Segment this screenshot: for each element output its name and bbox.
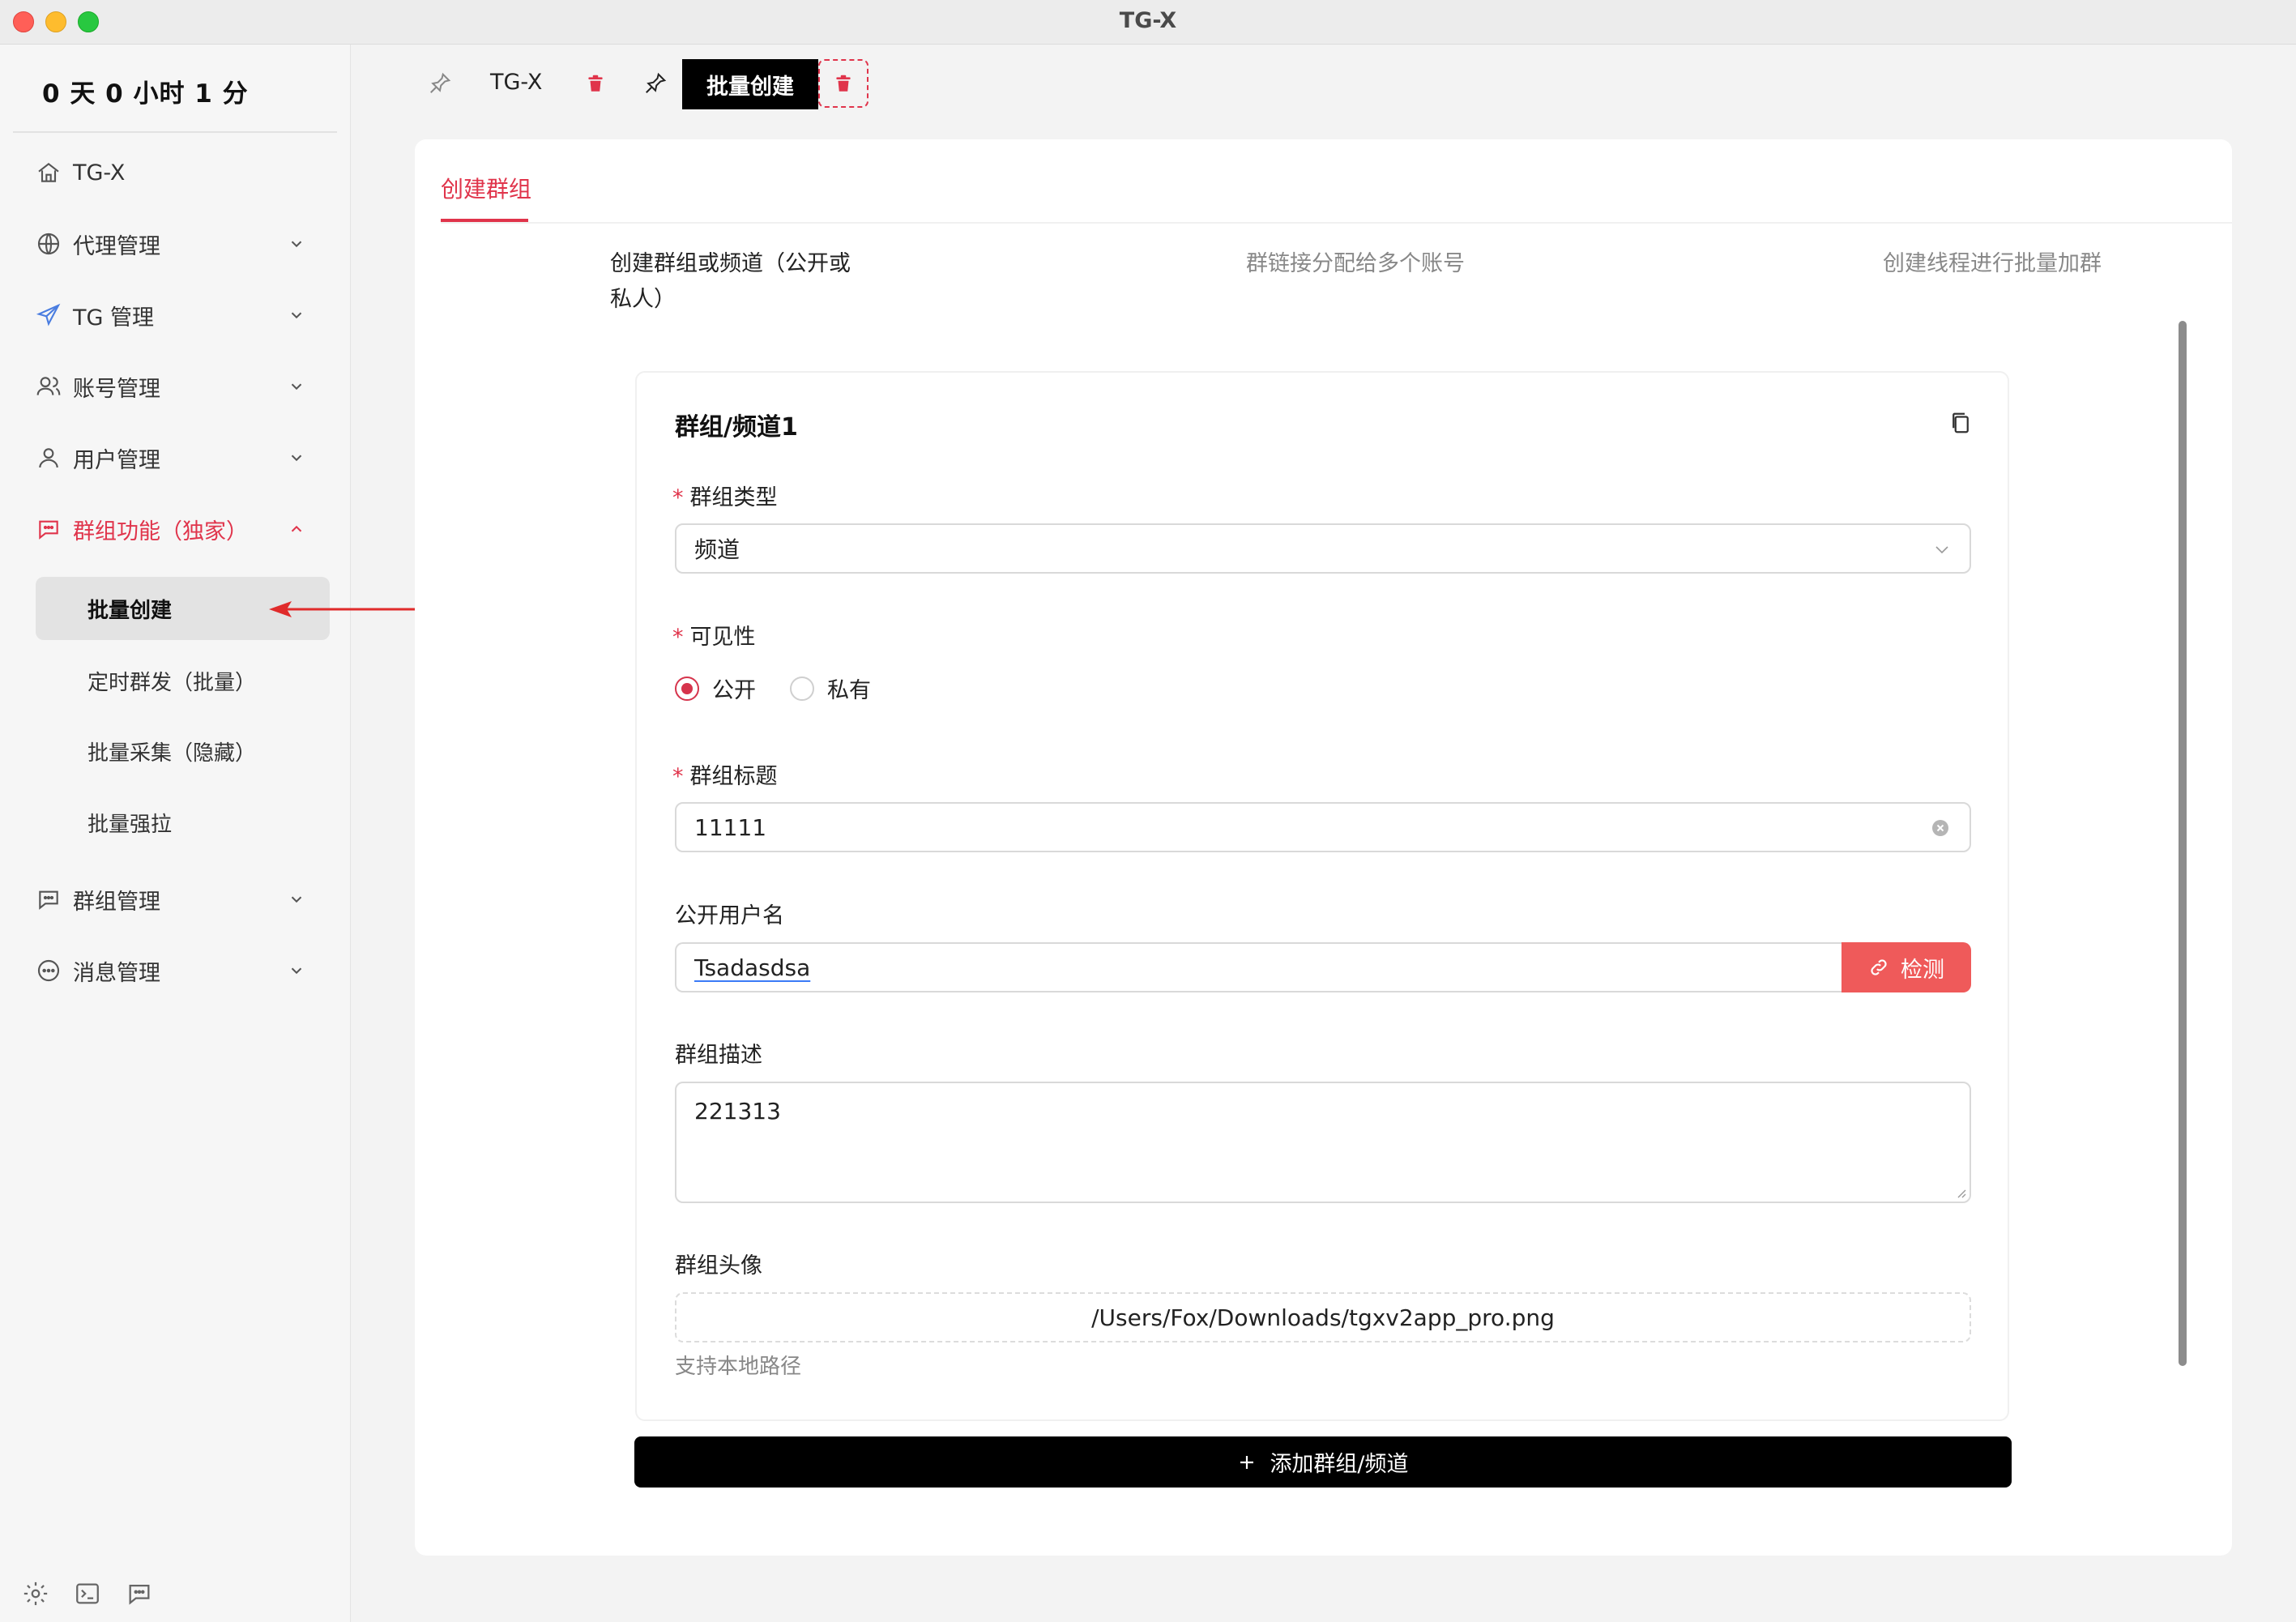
step-3[interactable]: 创建线程进行批量加群	[1883, 246, 2102, 282]
sidebar-item-tg[interactable]: TG 管理	[36, 291, 315, 339]
send-icon	[36, 302, 62, 328]
chevron-down-icon	[288, 378, 305, 395]
group-title-input[interactable]: 11111	[675, 802, 1971, 852]
chevron-down-icon	[288, 235, 305, 253]
plus-icon	[1237, 1453, 1270, 1472]
users-icon	[36, 373, 62, 399]
username-value: Tsadasdsa	[694, 954, 811, 981]
sidebar-item-group-features[interactable]: 群组功能（独家）	[36, 505, 315, 553]
radio-public-label[interactable]: 公开	[712, 672, 756, 704]
visibility-radio-group: 公开 私有	[675, 672, 871, 704]
chevron-down-icon	[288, 962, 305, 980]
gear-icon[interactable]	[22, 1580, 49, 1607]
sidebar-item-label: TG 管理	[73, 305, 154, 331]
sidebar-item-label: 用户管理	[73, 447, 160, 473]
visibility-label: * 可见性	[672, 625, 756, 650]
copy-icon[interactable]	[1948, 410, 1973, 436]
sidebar-item-label: 代理管理	[73, 233, 160, 259]
trash-icon[interactable]	[585, 71, 606, 96]
clear-icon[interactable]	[1931, 818, 1950, 838]
tab-tgx[interactable]: TG-X	[490, 70, 542, 95]
chevron-down-icon	[288, 890, 305, 908]
close-tab-button[interactable]	[818, 59, 868, 108]
sidebar-item-proxy[interactable]: 代理管理	[36, 220, 315, 268]
step-1[interactable]: 创建群组或频道（公开或私人）	[610, 246, 853, 318]
tab-create-group[interactable]: 创建群组	[441, 172, 531, 204]
avatar-hint: 支持本地路径	[675, 1355, 802, 1379]
terminal-icon[interactable]	[74, 1580, 101, 1607]
add-group-button[interactable]: 添加群组/频道	[634, 1436, 2012, 1488]
message-dots-icon	[36, 958, 62, 984]
scrollbar[interactable]	[2179, 321, 2187, 1366]
group-type-select[interactable]: 频道	[675, 523, 1971, 574]
pin-icon[interactable]	[643, 71, 668, 96]
group-type-value: 频道	[694, 536, 740, 563]
sidebar-item-tgx[interactable]: TG-X	[36, 148, 315, 197]
user-icon	[36, 445, 62, 471]
globe-icon	[36, 231, 62, 257]
chevron-down-icon	[288, 306, 305, 324]
username-label: 公开用户名	[675, 903, 784, 928]
group-title-value: 11111	[694, 813, 767, 841]
sidebar-subitem-batch-pull[interactable]: 批量强拉	[87, 808, 172, 838]
username-input-group: Tsadasdsa 检测	[675, 942, 1971, 992]
sidebar-item-label: 群组功能（独家）	[73, 519, 248, 544]
link-icon	[1868, 957, 1901, 978]
check-button[interactable]: 检测	[1841, 942, 1971, 992]
trash-icon	[833, 71, 854, 96]
chat-icon	[36, 886, 62, 912]
sidebar-item-label: TG-X	[73, 160, 126, 186]
sidebar-item-label: 消息管理	[73, 960, 160, 986]
add-group-button-label: 添加群组/频道	[1270, 1452, 1409, 1477]
sidebar-item-group-management[interactable]: 群组管理	[36, 875, 315, 924]
sidebar-item-label: 账号管理	[73, 376, 160, 402]
step-2[interactable]: 群链接分配给多个账号	[1246, 246, 1465, 282]
uptime-counter: 0 天 0 小时 1 分	[42, 79, 249, 109]
sidebar-divider	[13, 131, 337, 133]
sidebar-item-users[interactable]: 用户管理	[36, 433, 315, 482]
description-textarea[interactable]: 221313	[675, 1082, 1971, 1203]
home-icon	[36, 160, 62, 186]
chat-icon[interactable]	[126, 1580, 153, 1607]
radio-public[interactable]	[675, 676, 699, 701]
sidebar-item-label: 群组管理	[73, 889, 160, 915]
sidebar-item-message-management[interactable]: 消息管理	[36, 946, 315, 995]
pin-icon[interactable]	[428, 71, 452, 96]
window-title: TG-X	[1119, 8, 1177, 33]
sidebar-subitem-batch-create[interactable]: 批量创建	[87, 594, 172, 624]
sidebar-subitem-batch-collect[interactable]: 批量采集（隐藏）	[87, 736, 256, 766]
tab-divider	[441, 222, 2232, 224]
radio-private-label[interactable]: 私有	[827, 672, 871, 704]
tab-batch-create[interactable]: 批量创建	[682, 59, 818, 109]
sidebar	[0, 45, 351, 1622]
avatar-path-input[interactable]: /Users/Fox/Downloads/tgxv2app_pro.png	[675, 1292, 1971, 1342]
avatar-label: 群组头像	[675, 1253, 762, 1278]
radio-private[interactable]	[790, 676, 814, 701]
group-type-label: * 群组类型	[672, 485, 778, 510]
description-label: 群组描述	[675, 1043, 762, 1068]
chevron-down-icon	[288, 449, 305, 467]
chat-icon	[36, 516, 62, 542]
resize-grip-icon[interactable]	[1955, 1187, 1966, 1198]
username-input[interactable]: Tsadasdsa	[675, 942, 1841, 992]
chevron-down-icon	[1932, 540, 1952, 559]
group-title-label: * 群组标题	[672, 764, 778, 789]
check-button-label: 检测	[1901, 957, 1944, 983]
sidebar-subitem-scheduled-broadcast[interactable]: 定时群发（批量）	[87, 666, 256, 696]
card-title: 群组/频道1	[675, 413, 798, 442]
chevron-up-icon	[288, 520, 305, 538]
description-value: 221313	[694, 1098, 781, 1125]
sidebar-item-accounts[interactable]: 账号管理	[36, 362, 315, 411]
